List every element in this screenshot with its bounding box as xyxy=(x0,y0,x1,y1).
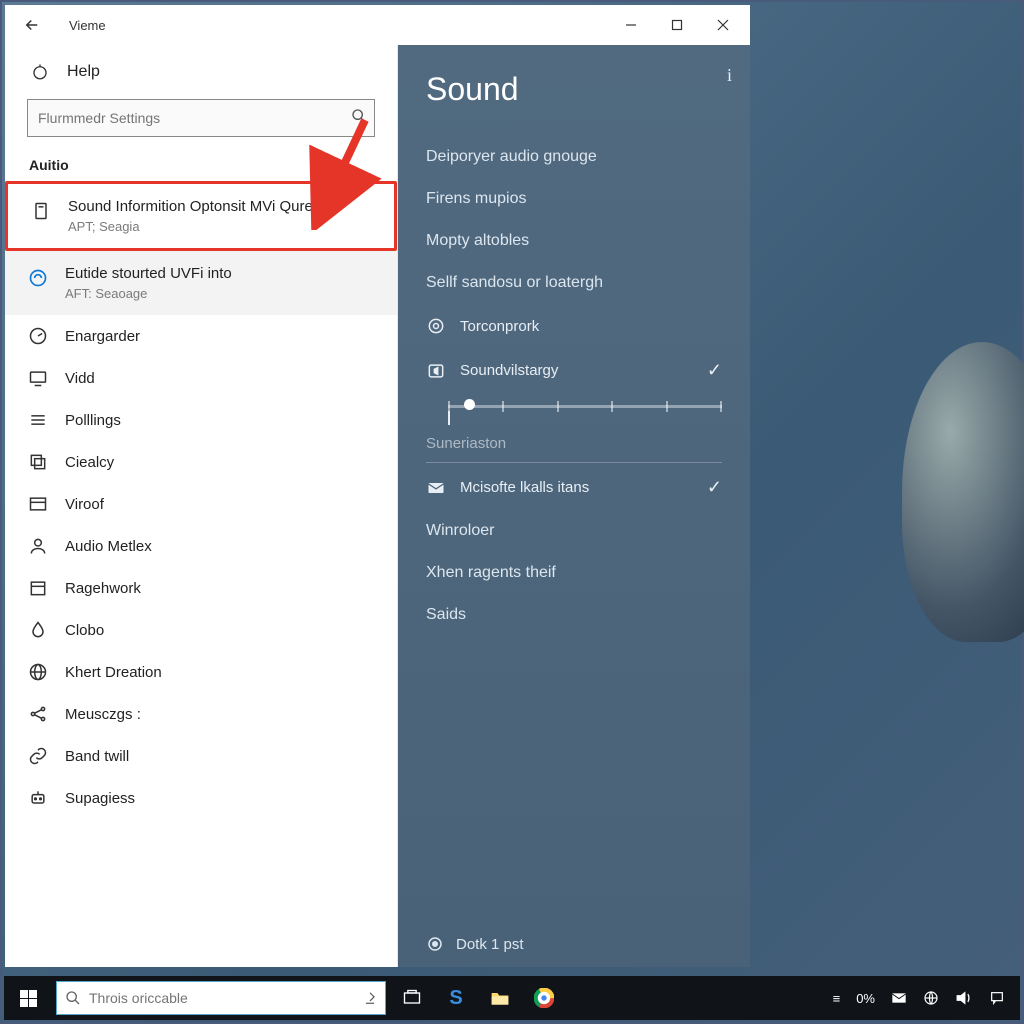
row-soundvilstargy[interactable]: Soundvilstargy ✓ xyxy=(426,348,722,393)
sound-link-1[interactable]: Firens mupios xyxy=(426,178,722,220)
mic-icon[interactable] xyxy=(363,991,377,1005)
system-tray: ≡ 0% xyxy=(818,990,1020,1006)
sound-link-3[interactable]: Sellf sandosu or loatergh xyxy=(426,262,722,304)
right-pane-sound: i Sound Deiporyer audio gnouge Firens mu… xyxy=(398,45,750,967)
copy-icon xyxy=(27,451,49,473)
link-saids[interactable]: Saids xyxy=(426,594,722,636)
link-winroloer[interactable]: Winroloer xyxy=(426,510,722,552)
file-explorer-icon[interactable] xyxy=(478,976,522,1020)
panel-icon xyxy=(27,493,49,515)
speaker-icon xyxy=(426,361,446,381)
section-label: Auitio xyxy=(27,151,375,181)
window-title: Vieme xyxy=(69,18,106,33)
list-icon xyxy=(27,409,49,431)
results-list: Sound Informition Optonsit MVi Qurer.. A… xyxy=(5,181,397,967)
start-button[interactable] xyxy=(4,976,52,1020)
person-icon xyxy=(27,535,49,557)
radio-icon xyxy=(426,935,444,953)
nav-band-twill[interactable]: Band twill xyxy=(5,735,397,777)
row-torconprork[interactable]: Torconprork xyxy=(426,304,722,348)
tray-menu-icon[interactable]: ≡ xyxy=(828,991,846,1006)
tray-action-center-icon[interactable] xyxy=(984,990,1010,1006)
nav-enargarder[interactable]: Enargarder xyxy=(5,315,397,357)
sound-link-2[interactable]: Mopty altobles xyxy=(426,220,722,262)
search-result-eutide[interactable]: Eutide stourted UVFi into AFT: Seaoage xyxy=(5,251,397,315)
result-subtitle: AFT: Seaoage xyxy=(65,286,232,301)
nav-viroof[interactable]: Viroof xyxy=(5,483,397,525)
label-suneriaston: Suneriaston xyxy=(426,429,722,456)
taskbar-search-input[interactable] xyxy=(89,990,363,1006)
help-label: Help xyxy=(67,63,100,81)
volume-slider[interactable] xyxy=(426,397,722,419)
settings-search-input[interactable] xyxy=(27,99,375,137)
link-icon xyxy=(27,745,49,767)
tray-network-icon[interactable] xyxy=(918,990,944,1006)
page-title: Sound xyxy=(426,71,722,108)
nav-meusczgs[interactable]: Meusczgs : xyxy=(5,693,397,735)
nav-khert-dreation[interactable]: Khert Dreation xyxy=(5,651,397,693)
sync-icon xyxy=(27,267,49,289)
calendar-icon xyxy=(27,577,49,599)
divider xyxy=(426,462,722,463)
window-titlebar: Vieme xyxy=(5,5,750,45)
chrome-icon[interactable] xyxy=(522,976,566,1020)
check-icon: ✓ xyxy=(707,477,722,498)
check-icon: ✓ xyxy=(707,360,722,381)
gauge-icon xyxy=(27,325,49,347)
link-xhen-ragents[interactable]: Xhen ragents theif xyxy=(426,552,722,594)
info-icon[interactable]: i xyxy=(727,65,732,86)
nav-polllings[interactable]: Polllings xyxy=(5,399,397,441)
robot-icon xyxy=(27,787,49,809)
settings-window: Vieme Help xyxy=(5,5,750,967)
row-microsoft-calls[interactable]: Mcisofte lkalls itans ✓ xyxy=(426,465,722,510)
result-title: Sound Informition Optonsit MVi Qurer.. xyxy=(68,198,325,215)
footer-dotk[interactable]: Dotk 1 pst xyxy=(426,935,524,953)
sound-link-0[interactable]: Deiporyer audio gnouge xyxy=(426,136,722,178)
search-result-sound-info[interactable]: Sound Informition Optonsit MVi Qurer.. A… xyxy=(5,181,397,251)
result-title: Eutide stourted UVFi into xyxy=(65,265,232,282)
nav-supagiess[interactable]: Supagiess xyxy=(5,777,397,819)
taskbar: S ≡ 0% xyxy=(4,976,1020,1020)
help-item[interactable]: Help xyxy=(27,55,375,99)
close-button[interactable] xyxy=(700,5,746,45)
back-button[interactable] xyxy=(23,16,41,34)
minimize-button[interactable] xyxy=(608,5,654,45)
nav-ragehwork[interactable]: Ragehwork xyxy=(5,567,397,609)
tray-mail-icon[interactable] xyxy=(886,991,912,1005)
maximize-button[interactable] xyxy=(654,5,700,45)
tray-battery-text[interactable]: 0% xyxy=(851,991,880,1006)
help-icon xyxy=(31,63,49,81)
wallpaper-object xyxy=(902,342,1024,642)
device-icon xyxy=(30,200,52,222)
target-icon xyxy=(426,316,446,336)
taskbar-search[interactable] xyxy=(56,981,386,1015)
globe-icon xyxy=(27,661,49,683)
mail-icon xyxy=(426,478,446,498)
share-icon xyxy=(27,703,49,725)
search-icon xyxy=(65,990,81,1006)
drop-icon xyxy=(27,619,49,641)
nav-vidd[interactable]: Vidd xyxy=(5,357,397,399)
tray-volume-icon[interactable] xyxy=(950,990,978,1006)
app-s-icon[interactable]: S xyxy=(434,976,478,1020)
result-subtitle: APT; Seagia xyxy=(68,219,325,234)
nav-ciealcy[interactable]: Ciealcy xyxy=(5,441,397,483)
display-icon xyxy=(27,367,49,389)
left-pane: Help Auitio Sound Informition Optonsi xyxy=(5,45,398,967)
search-icon xyxy=(351,108,367,124)
windows-logo-icon xyxy=(20,990,37,1007)
nav-clobo[interactable]: Clobo xyxy=(5,609,397,651)
nav-audio-metlex[interactable]: Audio Metlex xyxy=(5,525,397,567)
task-view-button[interactable] xyxy=(390,976,434,1020)
